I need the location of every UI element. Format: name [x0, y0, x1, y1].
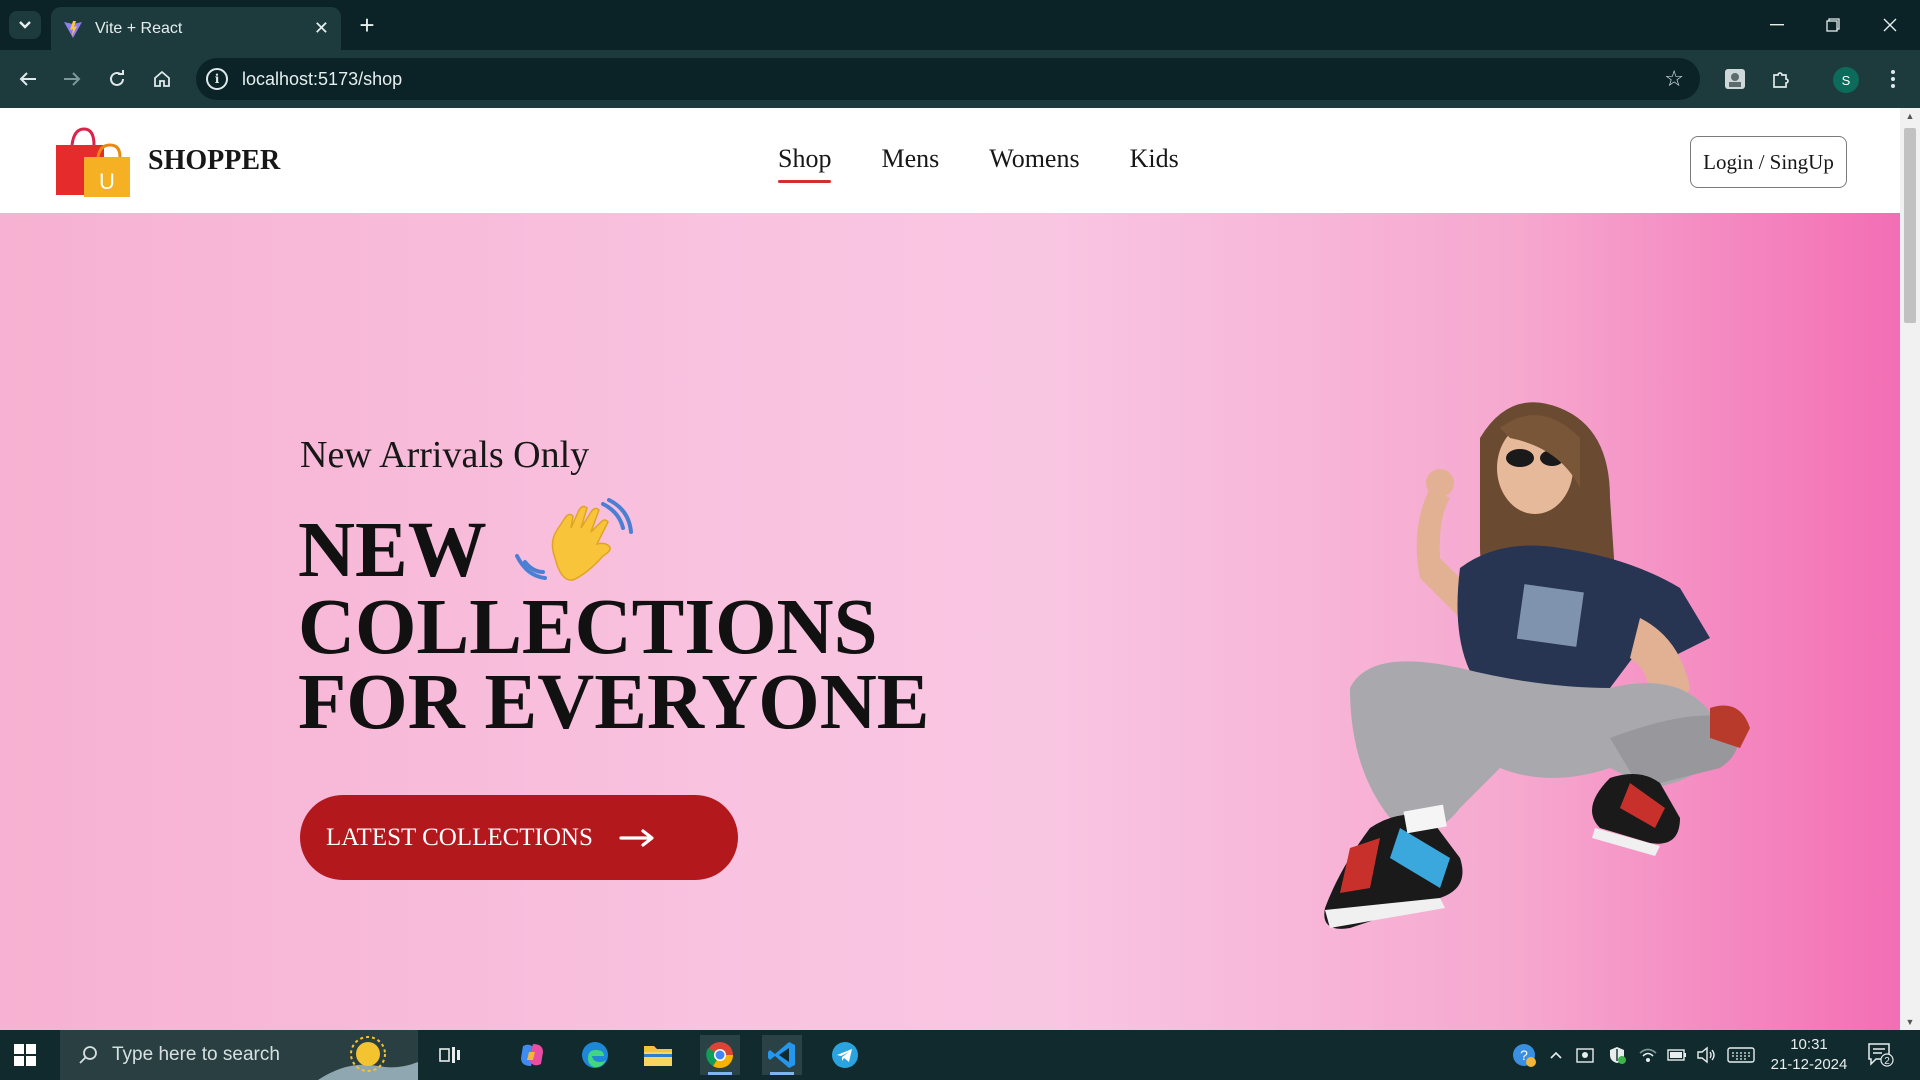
chevron-down-icon [19, 21, 31, 29]
edge-button[interactable] [575, 1035, 615, 1075]
taskbar-search-placeholder: Type here to search [112, 1044, 280, 1065]
extension-button[interactable] [1719, 63, 1751, 95]
close-window-button[interactable] [1862, 8, 1918, 42]
notification-count: 2 [1884, 1056, 1890, 1067]
arrow-right-icon [619, 828, 654, 847]
telegram-button[interactable] [825, 1035, 865, 1075]
scrollbar-thumb[interactable] [1904, 128, 1916, 323]
web-page: U SHOPPER Shop Mens Womens Kids Login / … [0, 108, 1900, 1030]
folder-icon [644, 1046, 672, 1066]
login-signup-button[interactable]: Login / SingUp [1690, 136, 1847, 188]
chrome-icon [706, 1042, 734, 1069]
hero-title-line-2: COLLECTIONS [298, 584, 878, 671]
hero-section: New Arrivals Only NEW COLLECTIONS FOR EV… [0, 213, 1900, 1030]
forward-button[interactable] [56, 63, 88, 95]
restore-icon [1826, 18, 1840, 32]
hero-title-line-3: FOR EVERYONE [298, 659, 930, 746]
reload-button[interactable] [101, 63, 133, 95]
tab-search-button[interactable] [9, 11, 41, 39]
keyboard-icon[interactable] [1726, 1045, 1756, 1065]
hero-subtitle: New Arrivals Only [300, 434, 590, 476]
waving-hand-icon [514, 498, 633, 581]
site-info-icon[interactable]: i [206, 68, 228, 90]
home-icon [154, 70, 170, 87]
vscode-icon [768, 1042, 795, 1068]
notification-center-button[interactable]: 2 [1868, 1043, 1894, 1067]
restore-button[interactable] [1805, 8, 1861, 42]
site-navbar: U SHOPPER Shop Mens Womens Kids Login / … [0, 108, 1900, 213]
wifi-icon[interactable] [1638, 1045, 1658, 1065]
menu-item-womens[interactable]: Womens [989, 144, 1079, 174]
more-vertical-icon [1891, 70, 1895, 88]
taskbar-clock[interactable]: 10:31 21-12-2024 [1764, 1035, 1854, 1075]
latest-collections-label: LATEST COLLECTIONS [326, 823, 593, 851]
chrome-button[interactable] [700, 1035, 740, 1075]
hero-title: NEW COLLECTIONS FOR EVERYONE [298, 498, 930, 746]
notification-icon: 2 [1868, 1043, 1894, 1067]
taskbar-search-box[interactable]: Type here to search [60, 1030, 418, 1080]
chevron-up-icon[interactable] [1546, 1045, 1566, 1065]
tray-app-icon[interactable] [1575, 1045, 1595, 1065]
file-explorer-button[interactable] [638, 1035, 678, 1075]
copilot-icon [521, 1044, 543, 1066]
clock-time: 10:31 [1790, 1036, 1828, 1053]
main-menu: Shop Mens Womens Kids [778, 144, 1179, 183]
hero-title-word-new: NEW [298, 507, 487, 594]
vite-logo-icon [64, 20, 82, 38]
bookmark-star-icon[interactable]: ☆ [1664, 66, 1684, 92]
task-view-button[interactable] [430, 1035, 470, 1075]
puzzle-icon [1773, 72, 1789, 88]
menu-item-kids[interactable]: Kids [1130, 144, 1179, 174]
windows-start-icon[interactable] [14, 1044, 36, 1066]
menu-item-shop[interactable]: Shop [778, 144, 832, 183]
telegram-icon [832, 1042, 858, 1068]
help-icon[interactable]: ? [1512, 1043, 1536, 1067]
arrow-left-icon [19, 72, 36, 86]
clock-date: 21-12-2024 [1770, 1056, 1848, 1073]
reload-icon [110, 70, 124, 86]
browser-toolbar: i localhost:5173/shop ☆ S [0, 50, 1920, 108]
extensions-menu-button[interactable] [1765, 63, 1797, 95]
shopping-bag-logo-icon: U [56, 127, 130, 197]
menu-item-mens[interactable]: Mens [881, 144, 939, 174]
close-tab-icon[interactable]: ✕ [314, 18, 329, 39]
scroll-up-icon[interactable]: ▲ [1905, 111, 1915, 121]
logo-letter: U [99, 169, 115, 194]
minimize-button[interactable] [1749, 8, 1805, 42]
site-logo[interactable]: U SHOPPER [54, 125, 280, 197]
browser-tab[interactable]: Vite + React ✕ [51, 7, 341, 50]
browser-menu-button[interactable] [1877, 63, 1909, 95]
search-highlight-sun-icon [318, 1036, 418, 1080]
windows-taskbar: Type here to search ? 10:31 21-12-2024 2 [0, 1030, 1920, 1080]
browser-tab-strip: Vite + React ✕ + [0, 0, 1920, 50]
tab-title: Vite + React [95, 19, 183, 37]
new-tab-button[interactable]: + [352, 10, 382, 40]
battery-icon[interactable] [1667, 1045, 1687, 1065]
search-icon [79, 1046, 97, 1064]
scroll-down-icon[interactable]: ▼ [1905, 1017, 1915, 1027]
profile-avatar[interactable]: S [1833, 67, 1859, 93]
home-button[interactable] [146, 63, 178, 95]
edge-icon [582, 1042, 608, 1068]
page-scrollbar[interactable]: ▲ ▼ [1900, 108, 1920, 1030]
arrow-right-icon [64, 72, 81, 86]
volume-icon[interactable] [1696, 1045, 1716, 1065]
extension-app-icon [1725, 69, 1745, 89]
minimize-icon [1770, 24, 1784, 26]
task-view-icon [439, 1047, 460, 1063]
close-icon [1883, 18, 1897, 32]
hero-title-line-1: NEW [298, 498, 929, 590]
hero-model-image [1324, 402, 1750, 929]
url-text[interactable]: localhost:5173/shop [242, 69, 402, 90]
defender-shield-icon[interactable] [1607, 1045, 1627, 1065]
address-bar[interactable]: i localhost:5173/shop ☆ [196, 58, 1700, 100]
brand-name: SHOPPER [148, 145, 281, 176]
latest-collections-button[interactable]: LATEST COLLECTIONS [300, 795, 738, 880]
vscode-button[interactable] [762, 1035, 802, 1075]
copilot-button[interactable] [512, 1035, 552, 1075]
back-button[interactable] [12, 63, 44, 95]
